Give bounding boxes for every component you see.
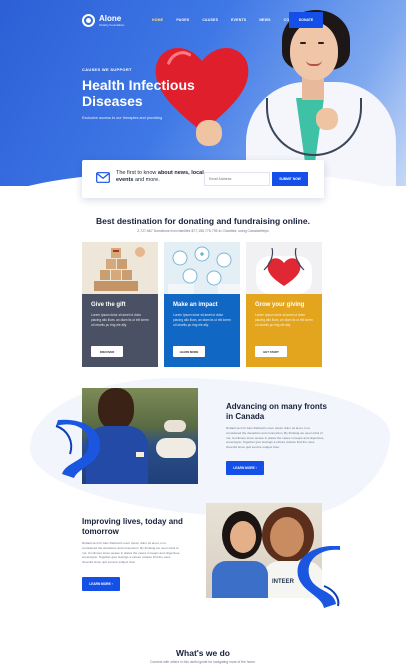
card-title: Give the gift [91,302,126,308]
doctor-face [290,22,338,80]
hero-kicker: CAUSES WE SUPPORT [82,67,132,72]
doctor-hand [316,108,338,130]
section-subtitle: 2,727,667 Donations from families $77,15… [137,229,269,233]
card-make-an-impact: Make an impact Lorem Ipsum dolor sit ame… [164,242,240,367]
submit-button[interactable]: SUBMIT NOW [272,172,308,186]
card-title: Make an impact [173,302,218,308]
donate-button[interactable]: DONATE [289,12,323,28]
bandage [136,452,144,457]
card-title: Grow your giving [255,302,305,308]
glove [156,438,196,458]
ribbon-decoration [55,419,101,478]
learn-more-button[interactable]: LEARN MORE › [226,461,264,475]
nav-item-causes[interactable]: CAUSES [202,18,218,22]
hero-title: Health Infectious Diseases [82,77,195,109]
nav-item-events[interactable]: EVENTS [231,18,246,22]
hand-holding-heart [196,120,222,146]
hero-section: Alone Charity Foundation HOME PAGES CAUS… [0,0,406,186]
brand-name: Alone [99,13,122,23]
subscribe-text: The first to know about news, local even… [116,170,204,183]
feature-title: Improving lives, today and tomorrow [82,517,183,536]
brand-logo[interactable]: Alone Charity Foundation [82,14,124,27]
card-image-medical-icons [164,242,240,294]
mail-icon [96,172,110,183]
feature-text: Default text for Alex Darbold Lorem ipsu… [226,426,325,450]
nav-item-news[interactable]: NEWS [259,18,270,22]
glove [164,420,186,432]
feature-title: Advancing on many fronts in Canada [226,402,327,421]
girl-shirt [212,561,268,598]
get-start-button[interactable]: GET START [255,346,287,357]
card-grow-your-giving: Grow your giving Lorem Ipsum dolor sit a… [246,242,322,367]
brand-tagline: Charity Foundation [99,22,125,27]
doctor-eye-left [300,42,306,44]
doctor-eye-right [318,42,324,44]
subscribe-bar: The first to know about news, local even… [82,160,324,198]
card-body: Give the gift Lorem Ipsum dolor sit amet… [82,294,158,367]
card-give-the-gift: Give the gift Lorem Ipsum dolor sit amet… [82,242,158,367]
card-text: Lorem Ipsum dolor sit amet ut dolor plac… [91,313,149,327]
card-body: Make an impact Lorem Ipsum dolor sit ame… [164,294,240,367]
card-text: Lorem Ipsum dolor sit amet ut dolor plac… [173,313,231,327]
section-title: Best destination for donating and fundra… [96,216,310,226]
email-field[interactable] [204,172,270,186]
logo-icon [82,14,95,27]
shirt-print: INTEER [272,579,295,585]
discover-button[interactable]: DISCOVER [91,346,123,357]
learn-more-button[interactable]: LEARN MORE › [82,577,120,591]
ribbon-decoration [297,546,340,608]
girl-face [230,521,256,553]
learn-more-button[interactable]: LEARN MORE [173,346,205,357]
section-subtitle: Connect with others in this useful guide… [150,660,256,664]
section-title: What's we do [176,648,230,658]
main-nav: HOME PAGES CAUSES EVENTS NEWS CONTACT [152,18,302,22]
hero-subtitle: Exclusive access to our therapies and pr… [82,116,163,120]
feature-text: Default text for Alex Darbold Lorem ipsu… [82,541,181,565]
card-image-blocks [82,242,158,294]
nav-item-pages[interactable]: PAGES [176,18,189,22]
card-body: Grow your giving Lorem Ipsum dolor sit a… [246,294,322,367]
card-text: Lorem Ipsum dolor sit amet ut dolor plac… [255,313,313,327]
nav-item-home[interactable]: HOME [152,18,163,22]
card-image-heart-hands [246,242,322,294]
